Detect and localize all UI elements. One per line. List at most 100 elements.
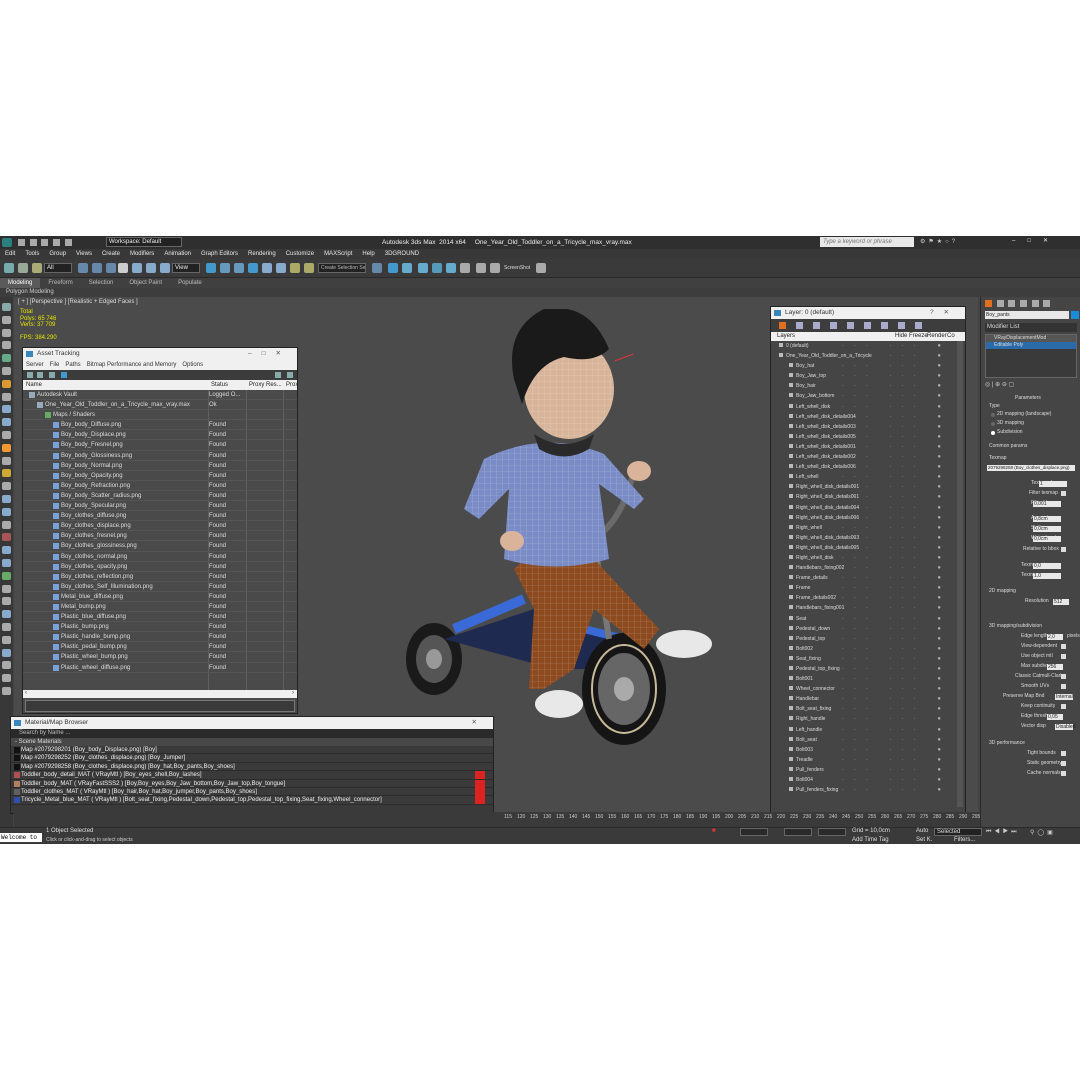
layer-row[interactable]: Treadle ··· ··· ● <box>779 755 965 765</box>
modifier-list-dropdown[interactable]: Modifier List <box>985 323 1077 332</box>
asset-row[interactable]: Boy_body_Scatter_radius.png Found <box>23 491 297 502</box>
help-search-input[interactable]: Type a keyword or phrase <box>820 237 914 247</box>
material-list-item[interactable]: Toddler_clothes_MAT ( VRayMtl ) [Boy_hai… <box>11 787 493 797</box>
material-list-item[interactable]: Map #2079298201 (Boy_body_Displace.png) … <box>11 746 493 755</box>
left-tool-icon[interactable] <box>2 661 11 670</box>
subdiv-spinner[interactable]: Disabled <box>1055 724 1075 730</box>
layer-visibility-toggles[interactable]: ··· ··· ● <box>842 432 951 442</box>
layer-visibility-toggles[interactable]: ··· ··· ● <box>842 533 951 543</box>
subdiv-checkbox[interactable] <box>1061 654 1066 659</box>
left-tool-icon[interactable] <box>2 405 11 414</box>
layer-row[interactable]: 0 (default) ··· ··· ● <box>779 341 965 351</box>
asset-row[interactable]: Boy_body_Specular.png Found <box>23 501 297 512</box>
left-tool-icon[interactable] <box>2 687 11 695</box>
layer-visibility-toggles[interactable]: ··· ··· ● <box>842 614 951 624</box>
layer-row[interactable]: Boy_Jaw_top ··· ··· ● <box>779 371 965 381</box>
asset-row[interactable]: Metal_blue_diffuse.png Found <box>23 592 297 602</box>
toolbar-tool-icon[interactable] <box>32 263 42 273</box>
asset-row[interactable]: One_Year_Old_Toddler_on_a_Tricycle_max_v… <box>23 400 297 411</box>
asset-path-field[interactable] <box>25 700 295 712</box>
layer-visibility-toggles[interactable]: ··· ··· ● <box>842 462 951 472</box>
asset-row[interactable]: Boy_clothes_fresnel.png Found <box>23 531 297 542</box>
asset-row[interactable]: Boy_clothes_diffuse.png Found <box>23 511 297 522</box>
asset-row[interactable]: Plastic_bump.png Found <box>23 622 297 633</box>
left-tool-icon[interactable] <box>2 303 11 311</box>
layer-row[interactable]: Handlebars_fixing002 ··· ··· ● <box>779 563 965 573</box>
toolbar-tool-icon[interactable] <box>304 263 314 273</box>
left-tool-icon[interactable] <box>2 495 11 503</box>
layer-row[interactable]: Bolt_seat ··· ··· ● <box>779 735 965 745</box>
layer-visibility-toggles[interactable]: ··· ··· ● <box>842 351 951 361</box>
layer-visibility-toggles[interactable]: ··· ··· ● <box>842 412 951 422</box>
asset-row[interactable]: Plastic_pedal_bump.png Found <box>23 642 297 653</box>
toolbar-tool-icon[interactable] <box>248 263 258 273</box>
menu-customize[interactable]: Customize <box>281 249 319 259</box>
layer-visibility-toggles[interactable]: ··· ··· ● <box>842 603 951 613</box>
asset-row[interactable]: Boy_clothes_normal.png Found <box>23 552 297 562</box>
asset-column-header[interactable]: Prox <box>286 380 298 390</box>
layer-row[interactable]: Pull_fenders_fixing ··· ··· ● <box>779 785 965 795</box>
left-tool-icon[interactable] <box>2 443 11 452</box>
layer-visibility-toggles[interactable]: ··· ··· ● <box>842 361 951 371</box>
ribbon-tab-populate[interactable]: Populate <box>170 278 210 288</box>
toolbar-tool-icon[interactable] <box>432 263 442 273</box>
left-tool-icon[interactable] <box>2 610 11 619</box>
toddler-tricycle-model[interactable] <box>394 309 724 759</box>
undo-icon[interactable] <box>53 239 61 246</box>
layer-visibility-toggles[interactable]: ··· ··· ● <box>842 714 951 724</box>
layer-row[interactable]: Right_whell ··· ··· ● <box>779 523 965 533</box>
object-name-field[interactable]: Boy_pants <box>985 311 1069 319</box>
layer-row[interactable]: Bolt002 ··· ··· ● <box>779 644 965 654</box>
layer-row[interactable]: Pull_fenders ··· ··· ● <box>779 765 965 775</box>
close-icon[interactable]: ✕ <box>472 717 487 729</box>
layer-row[interactable]: Left_whell_disk_details006 ··· ··· ● <box>779 462 965 472</box>
subdiv-spinner[interactable]: Internal <box>1055 694 1073 700</box>
toolbar-tool-icon[interactable] <box>18 263 28 273</box>
app-logo-icon[interactable] <box>2 238 12 247</box>
left-tool-icon[interactable] <box>2 559 11 567</box>
left-tool-icon[interactable] <box>2 623 11 631</box>
left-tool-icon[interactable] <box>2 507 11 516</box>
left-tool-icon[interactable] <box>2 635 11 644</box>
modify-tab-icon[interactable] <box>996 300 1004 307</box>
param-spinner[interactable]: 0,0cm <box>1033 536 1061 542</box>
layer-row[interactable]: Wheel_connector ··· ··· ● <box>779 684 965 694</box>
layer-row[interactable]: Bolt003 ··· ··· ● <box>779 745 965 755</box>
layer-row[interactable]: Right_whell_disk_details001 ··· ··· ● <box>779 492 965 502</box>
layer-visibility-toggles[interactable]: ··· ··· ● <box>842 725 951 735</box>
toolbar-tool-icon[interactable] <box>536 263 546 273</box>
toolbar-tool-icon[interactable] <box>92 263 102 273</box>
z-coordinate-field[interactable] <box>818 828 846 836</box>
toolbar-tool-icon[interactable] <box>160 263 170 273</box>
layer-visibility-toggles[interactable]: ··· ··· ● <box>842 634 951 644</box>
asset-row[interactable]: Boy_body_Fresnel.png Found <box>23 440 297 451</box>
x-coordinate-field[interactable] <box>740 828 768 836</box>
asset-row[interactable]: Plastic_handle_bump.png Found <box>23 632 297 643</box>
subdiv-spinner[interactable]: 0,05 <box>1047 714 1063 720</box>
layer-row[interactable]: Pedestal_top_fixing ··· ··· ● <box>779 664 965 674</box>
layer-tool-icon[interactable] <box>830 322 837 329</box>
left-tool-icon[interactable] <box>2 571 11 580</box>
left-tool-icon[interactable] <box>2 379 11 388</box>
left-tool-icon[interactable] <box>2 469 11 478</box>
asset-table-scrollbar[interactable]: ‹ › <box>23 690 297 698</box>
layer-visibility-toggles[interactable]: ··· ··· ● <box>842 573 951 583</box>
perf-checkbox[interactable] <box>1061 771 1066 776</box>
auto-key-label[interactable]: Auto <box>916 828 928 834</box>
layer-tool-icon[interactable] <box>847 322 854 329</box>
toolbar-tool-icon[interactable] <box>290 263 300 273</box>
toolbar-tool-icon[interactable] <box>234 263 244 273</box>
ribbon-tab-selection[interactable]: Selection <box>81 278 122 288</box>
layer-visibility-toggles[interactable]: ··· ··· ● <box>842 745 951 755</box>
window-buttons[interactable]: ?✕ <box>930 307 959 319</box>
table-view-icon[interactable] <box>49 372 55 378</box>
toolbar-tool-icon[interactable] <box>276 263 286 273</box>
asset-row[interactable]: Boy_body_Diffuse.png Found <box>23 420 297 431</box>
material-list-item[interactable]: Map #2079298258 (Boy_clothes_displace.pn… <box>11 763 493 772</box>
window-controls[interactable]: –□✕ <box>1012 237 1060 244</box>
menu-animation[interactable]: Animation <box>159 249 196 259</box>
asset-row[interactable]: Plastic_wheel_bump.png Found <box>23 652 297 663</box>
layer-row[interactable]: Handlebars_fixing001 ··· ··· ● <box>779 603 965 613</box>
toolbar-tool-icon[interactable] <box>106 263 116 273</box>
asset-row[interactable]: Metal_bump.png Found <box>23 602 297 613</box>
